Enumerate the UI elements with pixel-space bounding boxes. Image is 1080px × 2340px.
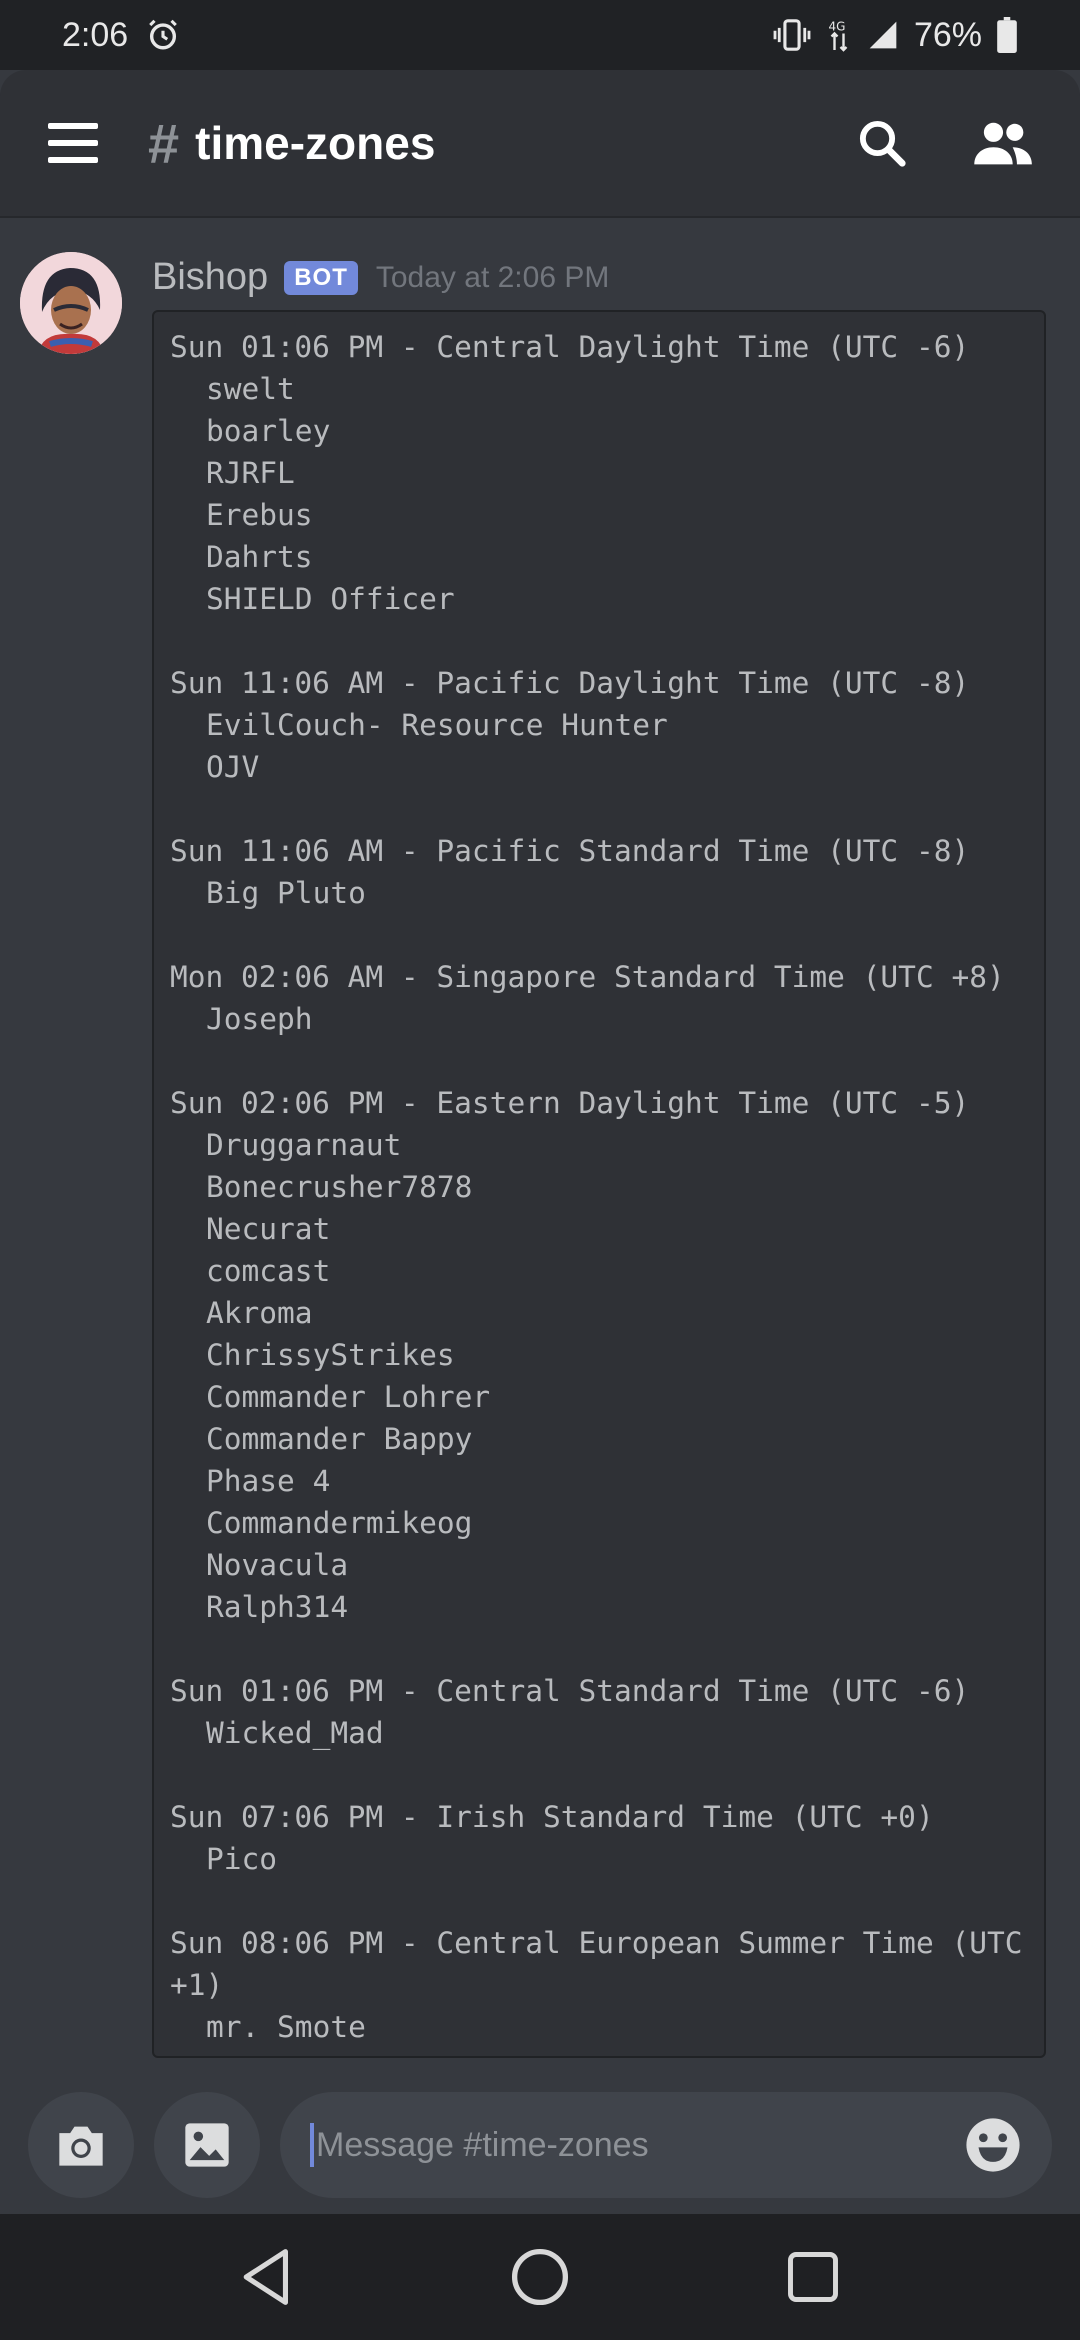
timezone-group: Sun 02:06 PM - Eastern Daylight Time (UT… bbox=[170, 1082, 1028, 1628]
member-name: Novacula bbox=[206, 1548, 349, 1582]
member-name: Phase 4 bbox=[206, 1464, 331, 1498]
member-name: Commandermikeog bbox=[206, 1506, 473, 1540]
timezone-group: Sun 01:06 PM - Central Standard Time (UT… bbox=[170, 1670, 1028, 1754]
search-icon[interactable] bbox=[842, 103, 922, 183]
member-name: Necurat bbox=[206, 1212, 331, 1246]
member-name: ChrissyStrikes bbox=[206, 1338, 455, 1372]
member-name: boarley bbox=[206, 414, 331, 448]
member-name: Ralph314 bbox=[206, 1590, 349, 1624]
members-icon[interactable] bbox=[962, 103, 1042, 183]
member-name: Erebus bbox=[206, 498, 313, 532]
image-icon bbox=[185, 2123, 229, 2167]
signal-icon bbox=[866, 19, 900, 51]
member-name: SHIELD Officer bbox=[206, 582, 455, 616]
vibrate-icon bbox=[772, 18, 812, 52]
timezone-group: Sun 11:06 AM - Pacific Daylight Time (UT… bbox=[170, 662, 1028, 788]
member-name: Druggarnaut bbox=[206, 1128, 402, 1162]
member-name: OJV bbox=[206, 750, 260, 784]
timezone-title: Sun 01:06 PM - Central Standard Time (UT… bbox=[170, 1674, 970, 1708]
text-caret bbox=[310, 2123, 314, 2167]
timezone-group: Sun 11:06 AM - Pacific Standard Time (UT… bbox=[170, 830, 1028, 914]
member-name: RJRFL bbox=[206, 456, 295, 490]
author-name[interactable]: Bishop bbox=[152, 256, 268, 299]
lte-icon: 4G bbox=[826, 17, 852, 53]
member-name: Dahrts bbox=[206, 540, 313, 574]
member-name: mr. Smote bbox=[206, 2010, 366, 2044]
timezone-title: Sun 02:06 PM - Eastern Daylight Time (UT… bbox=[170, 1086, 970, 1120]
camera-icon bbox=[59, 2126, 103, 2166]
svg-text:4G: 4G bbox=[828, 20, 845, 34]
alarm-icon bbox=[146, 18, 180, 52]
member-name: Akroma bbox=[206, 1296, 313, 1330]
camera-button[interactable] bbox=[28, 2092, 134, 2198]
member-name: EvilCouch- Resource Hunter bbox=[206, 708, 668, 742]
member-name: Wicked_Mad bbox=[206, 1716, 384, 1750]
timezone-title: Sun 08:06 PM - Central European Summer T… bbox=[170, 1926, 1041, 2002]
menu-icon[interactable] bbox=[48, 123, 98, 163]
message-timestamp: Today at 2:06 PM bbox=[375, 260, 610, 294]
member-name: Bonecrusher7878 bbox=[206, 1170, 473, 1204]
channel-hash-icon: # bbox=[148, 111, 180, 175]
emoji-icon[interactable] bbox=[958, 2110, 1028, 2180]
home-icon[interactable] bbox=[495, 2232, 585, 2322]
member-name: swelt bbox=[206, 372, 295, 406]
code-block: Sun 01:06 PM - Central Daylight Time (UT… bbox=[152, 310, 1046, 2058]
timezone-title: Sun 11:06 AM - Pacific Daylight Time (UT… bbox=[170, 666, 970, 700]
channel-title: time-zones bbox=[195, 117, 436, 169]
timezone-title: Sun 07:06 PM - Irish Standard Time (UTC … bbox=[170, 1800, 934, 1834]
battery-percent: 76% bbox=[913, 15, 982, 54]
member-name: comcast bbox=[206, 1254, 331, 1288]
member-name: Commander Lohrer bbox=[206, 1380, 491, 1414]
timezone-title: Mon 02:06 AM - Singapore Standard Time (… bbox=[170, 960, 1005, 994]
message-composer: Message #time-zones bbox=[0, 2075, 1080, 2215]
avatar[interactable] bbox=[20, 252, 122, 354]
battery-icon bbox=[996, 17, 1018, 53]
recents-icon[interactable] bbox=[768, 2232, 858, 2322]
timezone-group: Sun 01:06 PM - Central Daylight Time (UT… bbox=[170, 326, 1028, 620]
message-input[interactable]: Message #time-zones bbox=[280, 2092, 1052, 2198]
status-time: 2:06 bbox=[62, 15, 129, 54]
system-nav-bar bbox=[0, 2214, 1080, 2340]
status-bar: 2:06 4G 76% bbox=[0, 0, 1080, 70]
timezone-group: Sun 08:06 PM - Central European Summer T… bbox=[170, 1922, 1028, 2048]
member-name: Commander Bappy bbox=[206, 1422, 473, 1456]
timezone-title: Sun 11:06 AM - Pacific Standard Time (UT… bbox=[170, 834, 970, 868]
timezone-group: Mon 02:06 AM - Singapore Standard Time (… bbox=[170, 956, 1028, 1040]
channel-header: # time-zones bbox=[0, 70, 1080, 216]
bot-badge: BOT bbox=[284, 260, 358, 295]
timezone-group: Sun 07:06 PM - Irish Standard Time (UTC … bbox=[170, 1796, 1028, 1880]
member-name: Big Pluto bbox=[206, 876, 366, 910]
member-name: Pico bbox=[206, 1842, 278, 1876]
gallery-button[interactable] bbox=[154, 2092, 260, 2198]
member-name: Joseph bbox=[206, 1002, 313, 1036]
back-icon[interactable] bbox=[222, 2232, 312, 2322]
timezone-title: Sun 01:06 PM - Central Daylight Time (UT… bbox=[170, 330, 970, 364]
message-placeholder: Message #time-zones bbox=[316, 2125, 649, 2164]
